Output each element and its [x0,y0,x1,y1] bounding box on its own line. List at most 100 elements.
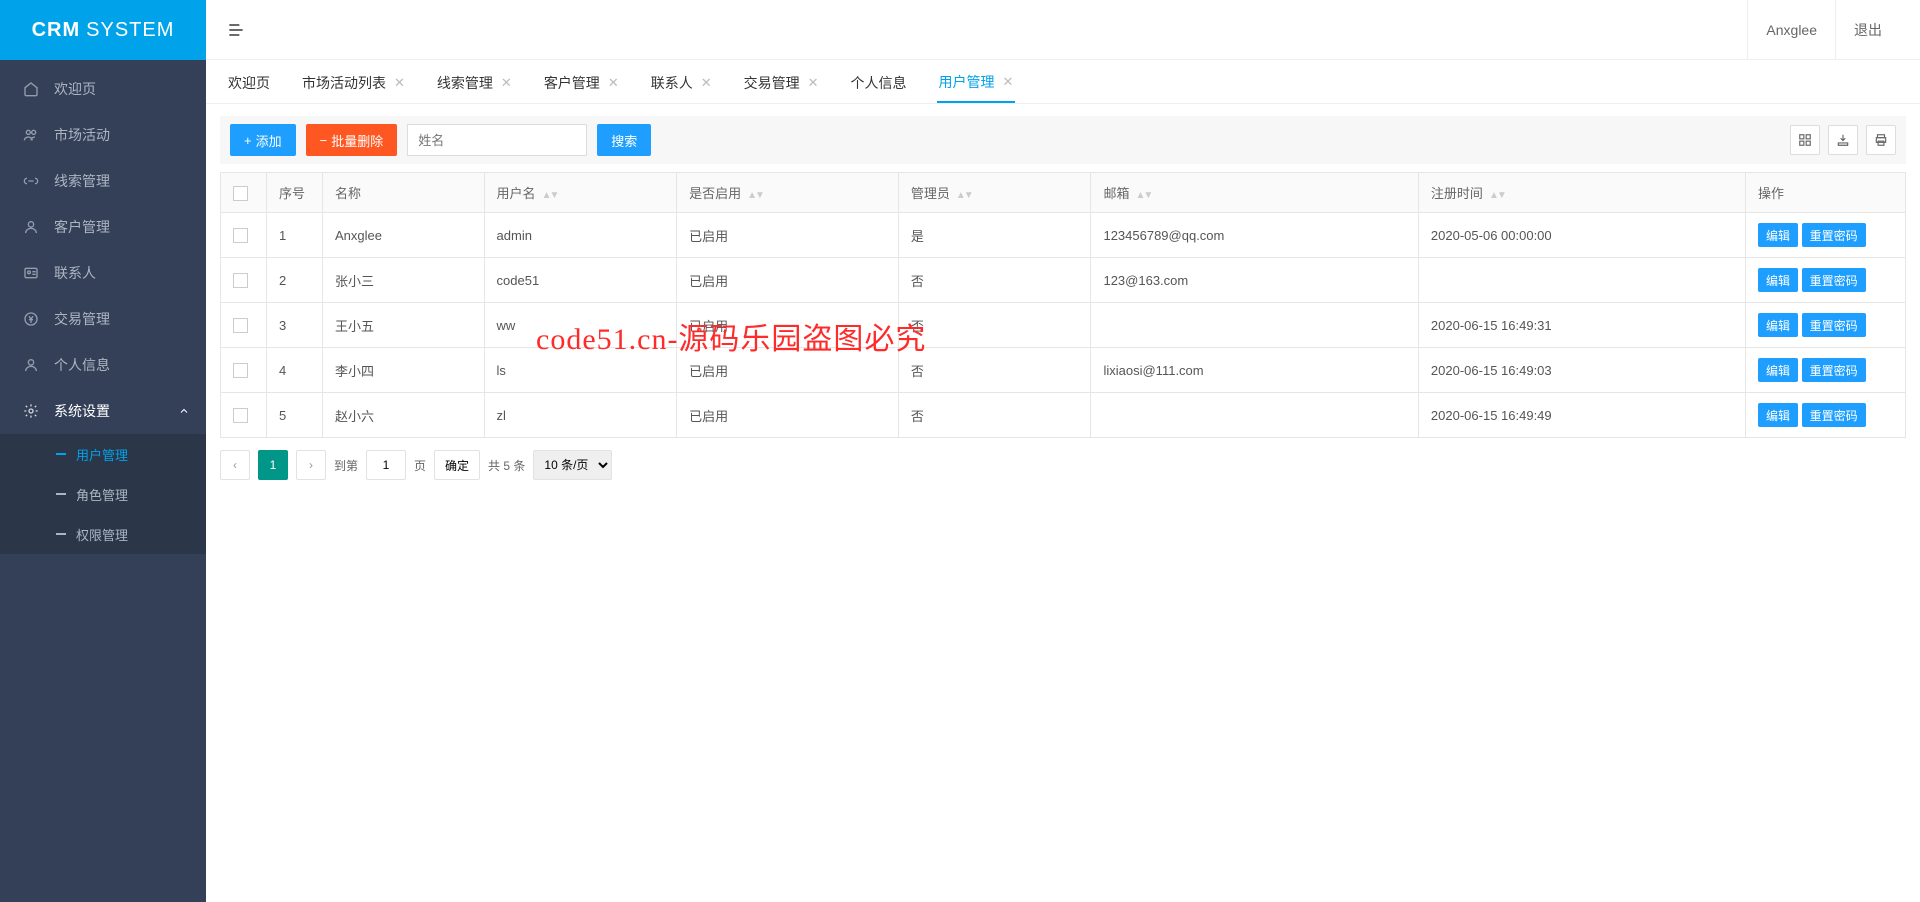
close-icon[interactable]: ✕ [1003,74,1014,90]
cell-enabled: 已启用 [677,393,899,438]
cell-email: 123@163.com [1091,258,1418,303]
tab-trade[interactable]: 交易管理✕ [742,73,821,103]
cell-name: Anxglee [323,213,485,258]
edit-button[interactable]: 编辑 [1758,268,1798,292]
sidebar-item-trade[interactable]: 交易管理 [0,296,206,342]
reset-password-button[interactable]: 重置密码 [1802,223,1866,247]
cell-regtime: 2020-06-15 16:49:31 [1418,303,1745,348]
sort-icon: ▲▼ [956,190,972,201]
logout-button[interactable]: 退出 [1835,0,1900,59]
cell-email: 123456789@qq.com [1091,213,1418,258]
sidebar-item-label: 线索管理 [54,171,110,191]
sidebar-item-marketing[interactable]: 市场活动 [0,112,206,158]
cell-username: code51 [484,258,677,303]
sidebar-subitem-user[interactable]: 用户管理 [0,434,206,474]
menu-toggle-icon[interactable] [226,20,246,40]
reset-password-button[interactable]: 重置密码 [1802,358,1866,382]
col-regtime[interactable]: 注册时间▲▼ [1418,173,1745,213]
cell-admin: 否 [898,348,1091,393]
export-icon[interactable] [1828,125,1858,155]
cell-index: 2 [267,258,323,303]
brand: CRMSYSTEM [0,0,206,60]
add-button[interactable]: +添加 [230,124,296,156]
id-icon [20,265,42,281]
sidebar-item-label: 联系人 [54,263,96,283]
tab-welcome[interactable]: 欢迎页 [226,73,272,103]
user-menu[interactable]: Anxglee [1747,0,1835,59]
close-icon[interactable]: ✕ [501,75,512,91]
pager-confirm[interactable]: 确定 [434,450,480,480]
pager-goto-input[interactable] [366,450,406,480]
cell-name: 赵小六 [323,393,485,438]
close-icon[interactable]: ✕ [701,75,712,91]
sidebar-item-leads[interactable]: 线索管理 [0,158,206,204]
cell-username: admin [484,213,677,258]
columns-icon[interactable] [1790,125,1820,155]
col-email[interactable]: 邮箱▲▼ [1091,173,1418,213]
sidebar-subitem-label: 权限管理 [76,525,128,544]
tab-leads[interactable]: 线索管理✕ [435,73,514,103]
sidebar-item-label: 个人信息 [54,355,110,375]
cell-admin: 否 [898,393,1091,438]
edit-button[interactable]: 编辑 [1758,358,1798,382]
sidebar-item-profile[interactable]: 个人信息 [0,342,206,388]
cell-email [1091,393,1418,438]
tab-contacts[interactable]: 联系人✕ [649,73,714,103]
checkbox-row[interactable] [233,363,248,378]
edit-button[interactable]: 编辑 [1758,403,1798,427]
sidebar-subitem-role[interactable]: 角色管理 [0,474,206,514]
pager-page-1[interactable]: 1 [258,450,288,480]
print-icon[interactable] [1866,125,1896,155]
checkbox-row[interactable] [233,318,248,333]
search-button[interactable]: 搜索 [597,124,651,156]
tab-user-mgmt[interactable]: 用户管理✕ [937,72,1016,103]
cell-admin: 是 [898,213,1091,258]
cell-regtime [1418,258,1745,303]
pager-size-select[interactable]: 10 条/页 [533,450,612,480]
checkbox-all[interactable] [233,186,248,201]
reset-password-button[interactable]: 重置密码 [1802,403,1866,427]
col-admin[interactable]: 管理员▲▼ [898,173,1091,213]
batch-delete-button[interactable]: −批量删除 [306,124,398,156]
sidebar-item-settings[interactable]: 系统设置 [0,388,206,434]
table-row: 3王小五ww已启用否2020-06-15 16:49:31编辑 重置密码 [221,303,1906,348]
col-username[interactable]: 用户名▲▼ [484,173,677,213]
cell-name: 王小五 [323,303,485,348]
close-icon[interactable]: ✕ [808,75,819,91]
tab-profile[interactable]: 个人信息 [849,73,909,103]
cell-regtime: 2020-05-06 00:00:00 [1418,213,1745,258]
checkbox-row[interactable] [233,228,248,243]
money-icon [20,311,42,327]
cell-index: 4 [267,348,323,393]
sort-icon: ▲▼ [1135,190,1151,201]
sidebar-item-contacts[interactable]: 联系人 [0,250,206,296]
sidebar-subitem-perm[interactable]: 权限管理 [0,514,206,554]
close-icon[interactable]: ✕ [608,75,619,91]
pager-next[interactable]: › [296,450,326,480]
name-input[interactable] [407,124,587,156]
sidebar-item-label: 系统设置 [54,401,110,421]
table-row: 5赵小六zl已启用否2020-06-15 16:49:49编辑 重置密码 [221,393,1906,438]
sidebar-item-customers[interactable]: 客户管理 [0,204,206,250]
pager-total: 共 5 条 [488,457,525,474]
pager-prev[interactable]: ‹ [220,450,250,480]
chevron-up-icon [178,405,190,417]
cell-enabled: 已启用 [677,348,899,393]
reset-password-button[interactable]: 重置密码 [1802,313,1866,337]
checkbox-row[interactable] [233,408,248,423]
edit-button[interactable]: 编辑 [1758,223,1798,247]
tab-customers[interactable]: 客户管理✕ [542,73,621,103]
checkbox-row[interactable] [233,273,248,288]
reset-password-button[interactable]: 重置密码 [1802,268,1866,292]
col-name[interactable]: 名称 [323,173,485,213]
cell-name: 李小四 [323,348,485,393]
cell-enabled: 已启用 [677,213,899,258]
edit-button[interactable]: 编辑 [1758,313,1798,337]
sidebar-item-welcome[interactable]: 欢迎页 [0,66,206,112]
col-enabled[interactable]: 是否启用▲▼ [677,173,899,213]
tab-marketing[interactable]: 市场活动列表✕ [300,73,407,103]
sort-icon: ▲▼ [747,190,763,201]
close-icon[interactable]: ✕ [394,75,405,91]
pager: ‹ 1 › 到第 页 确定 共 5 条 10 条/页 [220,450,1906,480]
table-row: 2张小三code51已启用否123@163.com编辑 重置密码 [221,258,1906,303]
